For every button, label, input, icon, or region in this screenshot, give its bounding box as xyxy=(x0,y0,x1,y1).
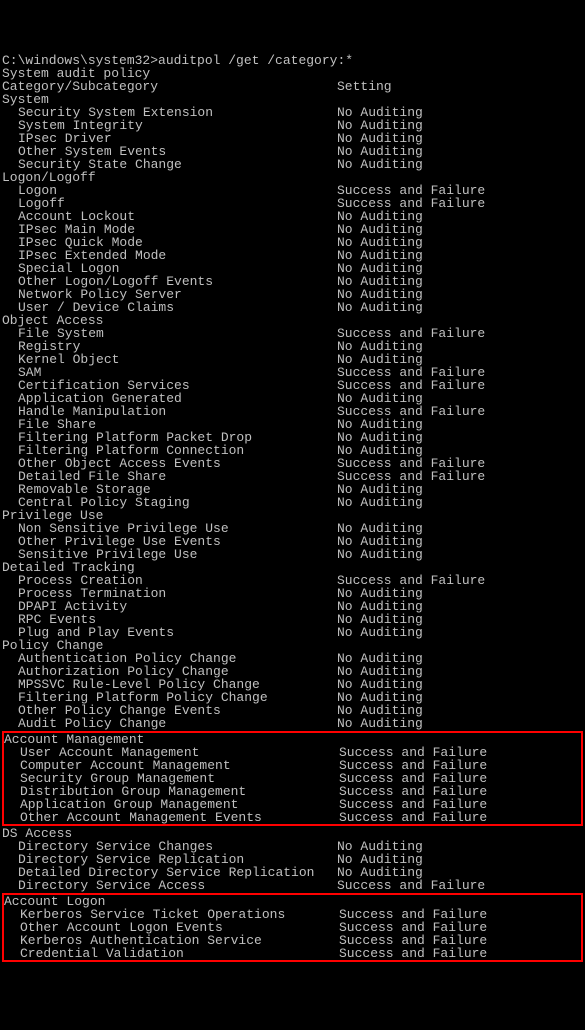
subcategory-setting: Success and Failure xyxy=(339,947,581,960)
subcategory-setting: Success and Failure xyxy=(339,934,581,947)
subcategory-setting: Success and Failure xyxy=(339,811,581,824)
subcategory-setting: No Auditing xyxy=(337,301,583,314)
subcategory-setting: No Auditing xyxy=(337,717,583,730)
subcategory-label: Credential Validation xyxy=(4,947,339,960)
terminal-output: C:\windows\system32>auditpol /get /categ… xyxy=(2,54,583,962)
subcategory-setting: No Auditing xyxy=(337,626,583,639)
highlight-box-account-logon: Account LogonKerberos Service Ticket Ope… xyxy=(2,893,583,962)
subcategory-label: Other Account Management Events xyxy=(4,811,339,824)
subcategory-setting: Success and Failure xyxy=(339,921,581,934)
subcategory-setting: No Auditing xyxy=(337,548,583,561)
subcategory-setting: No Auditing xyxy=(337,496,583,509)
command-text: auditpol /get /category:* xyxy=(158,54,353,67)
category-account-logon: Account Logon xyxy=(4,895,339,908)
subcategory-label: Detailed Directory Service Replication xyxy=(2,866,337,879)
col-header-category: Category/Subcategory xyxy=(2,80,337,93)
subcategory-label: Directory Service Changes xyxy=(2,840,337,853)
highlight-box-account-management: Account ManagementUser Account Managemen… xyxy=(2,731,583,826)
subcategory-setting: No Auditing xyxy=(337,840,583,853)
subcategory-label: Kernel Object xyxy=(2,353,337,366)
subcategory-label: Kerberos Authentication Service xyxy=(4,934,339,947)
subcategory-setting: No Auditing xyxy=(337,853,583,866)
subcategory-label: Audit Policy Change xyxy=(2,717,337,730)
col-header-setting: Setting xyxy=(337,80,583,93)
subcategory-label: Other Account Logon Events xyxy=(4,921,339,934)
subcategory-setting: Success and Failure xyxy=(339,908,581,921)
subcategory-setting: No Auditing xyxy=(337,158,583,171)
subcategory-setting: Success and Failure xyxy=(337,879,583,892)
subcategory-label: Kerberos Service Ticket Operations xyxy=(4,908,339,921)
subcategory-label: Directory Service Access xyxy=(2,879,337,892)
subcategory-setting: No Auditing xyxy=(337,866,583,879)
subcategory-label: Directory Service Replication xyxy=(2,853,337,866)
